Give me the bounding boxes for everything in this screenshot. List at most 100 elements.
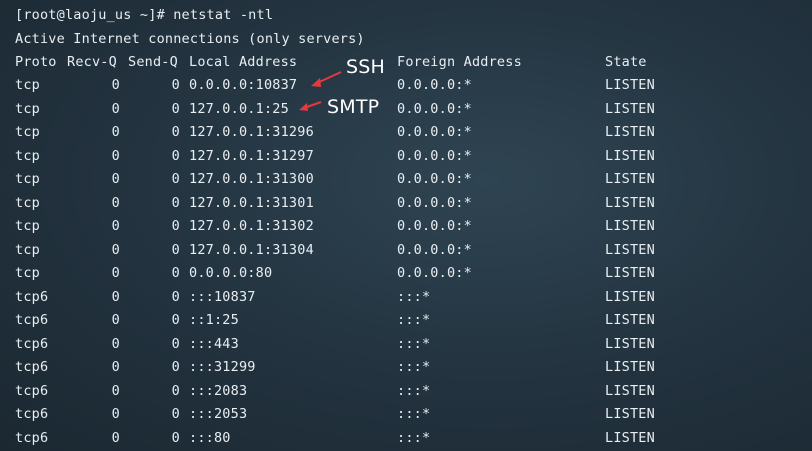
table-row: tcp 0 0 127.0.0.1:25 0.0.0.0:* LISTEN [0, 99, 812, 119]
table-row: tcp 0 0 127.0.0.1:31296 0.0.0.0:* LISTEN [0, 122, 812, 142]
table-row: tcp 0 0 127.0.0.1:31302 0.0.0.0:* LISTEN [0, 216, 812, 236]
cell-local-address: 127.0.0.1:25 [189, 100, 289, 117]
table-header: Proto Recv-Q Send-Q Local Address Foreig… [0, 52, 812, 72]
cell-state: LISTEN [605, 288, 655, 305]
table-row: tcp6 0 0:::10837:::* LISTEN [0, 287, 812, 307]
cell-sendq: 0 [171, 171, 180, 187]
table-row: tcp 0 0 127.0.0.1:31304 0.0.0.0:* LISTEN [0, 240, 812, 260]
cell-sendq: 0 [171, 429, 180, 446]
cell-recvq: 0 [111, 77, 120, 93]
cell-recvq: 0 [111, 194, 120, 211]
cell-local-address: 127.0.0.1:31296 [189, 124, 314, 140]
cell-sendq: 0 [171, 265, 180, 281]
cell-proto: tcp [15, 147, 40, 164]
cell-local-address: 0.0.0.0:80 [189, 265, 273, 281]
cell-foreign-address: 0.0.0.0:* [397, 241, 472, 258]
cell-proto: tcp [15, 241, 40, 258]
table-row: tcp 0 0 127.0.0.1:31301 0.0.0.0:* LISTEN [0, 193, 812, 213]
cell-local-address: ::1:25 [189, 312, 239, 328]
cell-state: LISTEN [605, 265, 655, 281]
cell-proto: tcp [15, 218, 40, 234]
cell-proto: tcp6 [15, 359, 49, 375]
cell-proto: tcp6 [15, 288, 49, 305]
output-title: Active Internet connections (only server… [15, 31, 365, 47]
cell-local-address: :::31299 [189, 359, 256, 375]
table-row: tcp 0 0 0.0.0.0:10837 0.0.0.0:* LISTEN [0, 75, 812, 95]
terminal-window[interactable]: [root@laoju_us ~]# netstat -ntl Active I… [0, 0, 812, 451]
cell-sendq: 0 [171, 100, 180, 117]
cell-foreign-address: 0.0.0.0:* [397, 218, 472, 234]
ssh-arrow-icon [311, 71, 342, 87]
cell-state: LISTEN [605, 312, 655, 328]
cell-local-address: :::2053 [189, 406, 248, 422]
smtp-arrow-icon [299, 101, 322, 111]
header-foreign-address: Foreign Address [397, 54, 522, 70]
cell-local-address: :::2083 [189, 382, 248, 399]
header-sendq: Send-Q [128, 54, 178, 70]
table-row: tcp6 0 0:::2083:::* LISTEN [0, 381, 812, 401]
cell-local-address: :::80 [189, 429, 231, 446]
cell-proto: tcp [15, 77, 40, 93]
cell-foreign-address: 0.0.0.0:* [397, 265, 472, 281]
cell-proto: tcp6 [15, 406, 49, 422]
cell-recvq: 0 [111, 382, 120, 399]
cell-state: LISTEN [605, 359, 655, 375]
cell-sendq: 0 [171, 124, 180, 140]
cell-foreign-address: :::* [397, 382, 431, 399]
cell-recvq: 0 [111, 265, 120, 281]
cell-sendq: 0 [171, 147, 180, 164]
cell-sendq: 0 [171, 406, 180, 422]
cell-local-address: 127.0.0.1:31297 [189, 147, 314, 164]
header-local-address: Local Address [189, 54, 298, 70]
cell-foreign-address: 0.0.0.0:* [397, 171, 472, 187]
table-row: tcp 0 0 127.0.0.1:31297 0.0.0.0:* LISTEN [0, 146, 812, 166]
cell-local-address: :::10837 [189, 288, 256, 305]
cell-foreign-address: 0.0.0.0:* [397, 77, 472, 93]
cell-sendq: 0 [171, 335, 180, 352]
cell-foreign-address: :::* [397, 312, 431, 328]
cell-proto: tcp [15, 194, 40, 211]
cell-sendq: 0 [171, 288, 180, 305]
cell-recvq: 0 [111, 312, 120, 328]
cell-local-address: 127.0.0.1:31302 [189, 218, 314, 234]
header-proto: Proto [15, 54, 57, 70]
cell-recvq: 0 [111, 288, 120, 305]
table-row: tcp6 0 0:::443:::* LISTEN [0, 334, 812, 354]
cell-state: LISTEN [605, 147, 655, 164]
cell-foreign-address: 0.0.0.0:* [397, 194, 472, 211]
cell-recvq: 0 [111, 429, 120, 446]
table-row: tcp 0 0 127.0.0.1:31300 0.0.0.0:* LISTEN [0, 169, 812, 189]
cell-recvq: 0 [111, 218, 120, 234]
cell-sendq: 0 [171, 218, 180, 234]
cell-local-address: 127.0.0.1:31300 [189, 171, 314, 187]
cell-state: LISTEN [605, 241, 655, 258]
cell-state: LISTEN [605, 194, 655, 211]
cell-state: LISTEN [605, 218, 655, 234]
cell-proto: tcp [15, 265, 40, 281]
cell-sendq: 0 [171, 77, 180, 93]
cell-sendq: 0 [171, 241, 180, 258]
table-row: tcp6 0 0:::2053:::* LISTEN [0, 404, 812, 424]
table-row: tcp 0 0 0.0.0.0:80 0.0.0.0:* LISTEN [0, 263, 812, 283]
cell-state: LISTEN [605, 124, 655, 140]
cell-proto: tcp [15, 171, 40, 187]
cell-recvq: 0 [111, 171, 120, 187]
header-recvq: Recv-Q [67, 54, 117, 70]
table-row: tcp6 0 0:::80:::* LISTEN [0, 428, 812, 448]
cell-state: LISTEN [605, 382, 655, 399]
ssh-annotation: SSH [346, 56, 386, 78]
cell-state: LISTEN [605, 335, 655, 352]
cell-state: LISTEN [605, 406, 655, 422]
cell-foreign-address: :::* [397, 288, 431, 305]
cell-sendq: 0 [171, 359, 180, 375]
cell-state: LISTEN [605, 100, 655, 117]
cell-recvq: 0 [111, 359, 120, 375]
cell-proto: tcp6 [15, 382, 49, 399]
cell-proto: tcp6 [15, 429, 49, 446]
cell-proto: tcp [15, 124, 40, 140]
cell-local-address: 0.0.0.0:10837 [189, 77, 298, 93]
cell-proto: tcp [15, 100, 40, 117]
cell-state: LISTEN [605, 429, 655, 446]
cell-recvq: 0 [111, 406, 120, 422]
cell-local-address: 127.0.0.1:31304 [189, 241, 314, 258]
